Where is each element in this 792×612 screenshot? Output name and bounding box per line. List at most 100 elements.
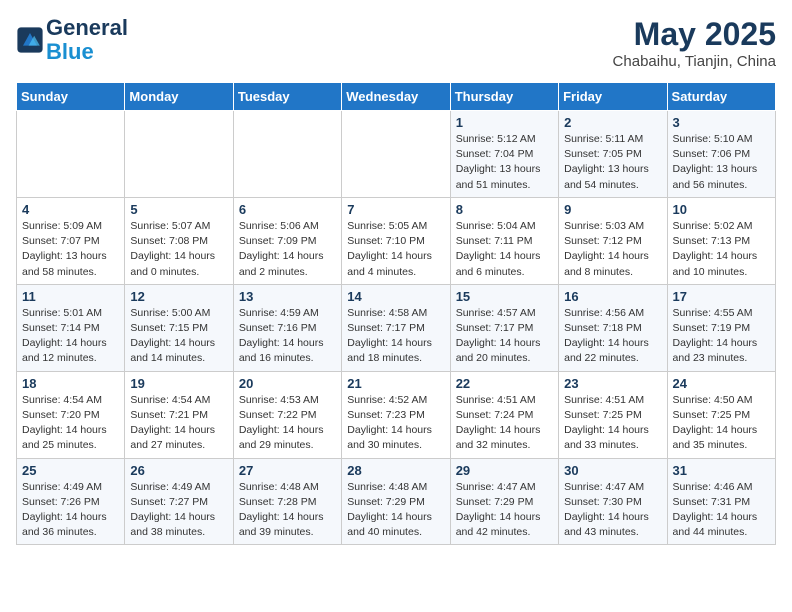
calendar-cell: 13 Sunrise: 4:59 AMSunset: 7:16 PMDayligh… xyxy=(233,284,341,371)
calendar-cell: 23 Sunrise: 4:51 AMSunset: 7:25 PMDayligh… xyxy=(559,371,667,458)
day-number: 19 xyxy=(130,376,227,391)
day-number: 23 xyxy=(564,376,661,391)
calendar-week-5: 25 Sunrise: 4:49 AMSunset: 7:26 PMDayligh… xyxy=(17,458,776,545)
day-info: Sunrise: 5:00 AMSunset: 7:15 PMDaylight:… xyxy=(130,306,227,367)
calendar-subtitle: Chabaihu, Tianjin, China xyxy=(613,53,776,70)
day-number: 12 xyxy=(130,289,227,304)
day-info: Sunrise: 4:54 AMSunset: 7:20 PMDaylight:… xyxy=(22,393,119,454)
day-number: 27 xyxy=(239,463,336,478)
calendar-cell: 1Sunrise: 5:12 AMSunset: 7:04 PMDaylight… xyxy=(450,111,558,198)
header-sunday: Sunday xyxy=(17,83,125,111)
logo-line2: Blue xyxy=(46,40,128,64)
day-number: 2 xyxy=(564,115,661,130)
day-number: 17 xyxy=(673,289,770,304)
day-info: Sunrise: 4:47 AMSunset: 7:29 PMDaylight:… xyxy=(456,480,553,541)
calendar-cell: 10Sunrise: 5:02 AMSunset: 7:13 PMDayligh… xyxy=(667,197,775,284)
calendar-cell: 9 Sunrise: 5:03 AMSunset: 7:12 PMDaylight… xyxy=(559,197,667,284)
header-friday: Friday xyxy=(559,83,667,111)
calendar-cell: 18 Sunrise: 4:54 AMSunset: 7:20 PMDayligh… xyxy=(17,371,125,458)
header-thursday: Thursday xyxy=(450,83,558,111)
day-info: Sunrise: 5:01 AMSunset: 7:14 PMDaylight:… xyxy=(22,306,119,367)
day-number: 21 xyxy=(347,376,444,391)
calendar-cell: 12 Sunrise: 5:00 AMSunset: 7:15 PMDayligh… xyxy=(125,284,233,371)
logo: General Blue xyxy=(16,16,128,64)
day-info: Sunrise: 4:57 AMSunset: 7:17 PMDaylight:… xyxy=(456,306,553,367)
day-info: Sunrise: 5:06 AMSunset: 7:09 PMDaylight:… xyxy=(239,219,336,280)
day-info: Sunrise: 5:03 AMSunset: 7:12 PMDaylight:… xyxy=(564,219,661,280)
calendar-cell: 11 Sunrise: 5:01 AMSunset: 7:14 PMDayligh… xyxy=(17,284,125,371)
day-number: 4 xyxy=(22,202,119,217)
day-info: Sunrise: 4:49 AMSunset: 7:27 PMDaylight:… xyxy=(130,480,227,541)
calendar-cell: 26 Sunrise: 4:49 AMSunset: 7:27 PMDayligh… xyxy=(125,458,233,545)
day-info: Sunrise: 5:09 AMSunset: 7:07 PMDaylight:… xyxy=(22,219,119,280)
day-number: 29 xyxy=(456,463,553,478)
day-number: 3 xyxy=(673,115,770,130)
calendar-cell: 21 Sunrise: 4:52 AMSunset: 7:23 PMDayligh… xyxy=(342,371,450,458)
day-number: 14 xyxy=(347,289,444,304)
calendar-cell xyxy=(342,111,450,198)
day-number: 28 xyxy=(347,463,444,478)
calendar-week-2: 4 Sunrise: 5:09 AMSunset: 7:07 PMDaylight… xyxy=(17,197,776,284)
day-number: 30 xyxy=(564,463,661,478)
calendar-week-4: 18 Sunrise: 4:54 AMSunset: 7:20 PMDayligh… xyxy=(17,371,776,458)
day-number: 6 xyxy=(239,202,336,217)
calendar-cell: 22Sunrise: 4:51 AMSunset: 7:24 PMDayligh… xyxy=(450,371,558,458)
day-number: 16 xyxy=(564,289,661,304)
day-info: Sunrise: 4:51 AMSunset: 7:25 PMDaylight:… xyxy=(564,393,661,454)
day-info: Sunrise: 4:56 AMSunset: 7:18 PMDaylight:… xyxy=(564,306,661,367)
calendar-week-3: 11 Sunrise: 5:01 AMSunset: 7:14 PMDayligh… xyxy=(17,284,776,371)
calendar-cell: 8Sunrise: 5:04 AMSunset: 7:11 PMDaylight… xyxy=(450,197,558,284)
calendar-cell: 24 Sunrise: 4:50 AMSunset: 7:25 PMDayligh… xyxy=(667,371,775,458)
title-block: May 2025 Chabaihu, Tianjin, China xyxy=(613,16,776,70)
day-info: Sunrise: 4:52 AMSunset: 7:23 PMDaylight:… xyxy=(347,393,444,454)
header-monday: Monday xyxy=(125,83,233,111)
calendar-cell: 15 Sunrise: 4:57 AMSunset: 7:17 PMDayligh… xyxy=(450,284,558,371)
calendar-cell: 5 Sunrise: 5:07 AMSunset: 7:08 PMDaylight… xyxy=(125,197,233,284)
header-row: Sunday Monday Tuesday Wednesday Thursday… xyxy=(17,83,776,111)
day-info: Sunrise: 5:04 AMSunset: 7:11 PMDaylight:… xyxy=(456,219,553,280)
day-number: 13 xyxy=(239,289,336,304)
day-number: 24 xyxy=(673,376,770,391)
day-number: 22 xyxy=(456,376,553,391)
calendar-cell: 3Sunrise: 5:10 AMSunset: 7:06 PMDaylight… xyxy=(667,111,775,198)
header-saturday: Saturday xyxy=(667,83,775,111)
calendar-cell: 31Sunrise: 4:46 AMSunset: 7:31 PMDayligh… xyxy=(667,458,775,545)
calendar-cell: 6 Sunrise: 5:06 AMSunset: 7:09 PMDaylight… xyxy=(233,197,341,284)
day-number: 26 xyxy=(130,463,227,478)
calendar-cell: 17Sunrise: 4:55 AMSunset: 7:19 PMDayligh… xyxy=(667,284,775,371)
day-number: 11 xyxy=(22,289,119,304)
calendar-cell xyxy=(17,111,125,198)
day-number: 9 xyxy=(564,202,661,217)
day-number: 15 xyxy=(456,289,553,304)
calendar-title: May 2025 xyxy=(613,16,776,53)
page-header: General Blue May 2025 Chabaihu, Tianjin,… xyxy=(16,16,776,70)
day-info: Sunrise: 4:59 AMSunset: 7:16 PMDaylight:… xyxy=(239,306,336,367)
day-info: Sunrise: 4:48 AMSunset: 7:29 PMDaylight:… xyxy=(347,480,444,541)
calendar-cell: 28 Sunrise: 4:48 AMSunset: 7:29 PMDayligh… xyxy=(342,458,450,545)
day-info: Sunrise: 5:11 AMSunset: 7:05 PMDaylight:… xyxy=(564,132,661,193)
calendar-cell: 4 Sunrise: 5:09 AMSunset: 7:07 PMDaylight… xyxy=(17,197,125,284)
calendar-cell: 14Sunrise: 4:58 AMSunset: 7:17 PMDayligh… xyxy=(342,284,450,371)
header-tuesday: Tuesday xyxy=(233,83,341,111)
calendar-cell: 20Sunrise: 4:53 AMSunset: 7:22 PMDayligh… xyxy=(233,371,341,458)
day-number: 5 xyxy=(130,202,227,217)
header-wednesday: Wednesday xyxy=(342,83,450,111)
day-number: 18 xyxy=(22,376,119,391)
day-info: Sunrise: 4:46 AMSunset: 7:31 PMDaylight:… xyxy=(673,480,770,541)
calendar-cell: 7 Sunrise: 5:05 AMSunset: 7:10 PMDaylight… xyxy=(342,197,450,284)
day-number: 7 xyxy=(347,202,444,217)
calendar-cell: 30Sunrise: 4:47 AMSunset: 7:30 PMDayligh… xyxy=(559,458,667,545)
day-number: 25 xyxy=(22,463,119,478)
day-number: 20 xyxy=(239,376,336,391)
calendar-cell: 16 Sunrise: 4:56 AMSunset: 7:18 PMDayligh… xyxy=(559,284,667,371)
day-info: Sunrise: 4:50 AMSunset: 7:25 PMDaylight:… xyxy=(673,393,770,454)
day-info: Sunrise: 4:49 AMSunset: 7:26 PMDaylight:… xyxy=(22,480,119,541)
day-info: Sunrise: 5:07 AMSunset: 7:08 PMDaylight:… xyxy=(130,219,227,280)
calendar-cell: 19Sunrise: 4:54 AMSunset: 7:21 PMDayligh… xyxy=(125,371,233,458)
calendar-cell: 27 Sunrise: 4:48 AMSunset: 7:28 PMDayligh… xyxy=(233,458,341,545)
day-info: Sunrise: 5:12 AMSunset: 7:04 PMDaylight:… xyxy=(456,132,553,193)
day-info: Sunrise: 4:48 AMSunset: 7:28 PMDaylight:… xyxy=(239,480,336,541)
day-info: Sunrise: 5:05 AMSunset: 7:10 PMDaylight:… xyxy=(347,219,444,280)
calendar-table: Sunday Monday Tuesday Wednesday Thursday… xyxy=(16,82,776,545)
calendar-week-1: 1Sunrise: 5:12 AMSunset: 7:04 PMDaylight… xyxy=(17,111,776,198)
